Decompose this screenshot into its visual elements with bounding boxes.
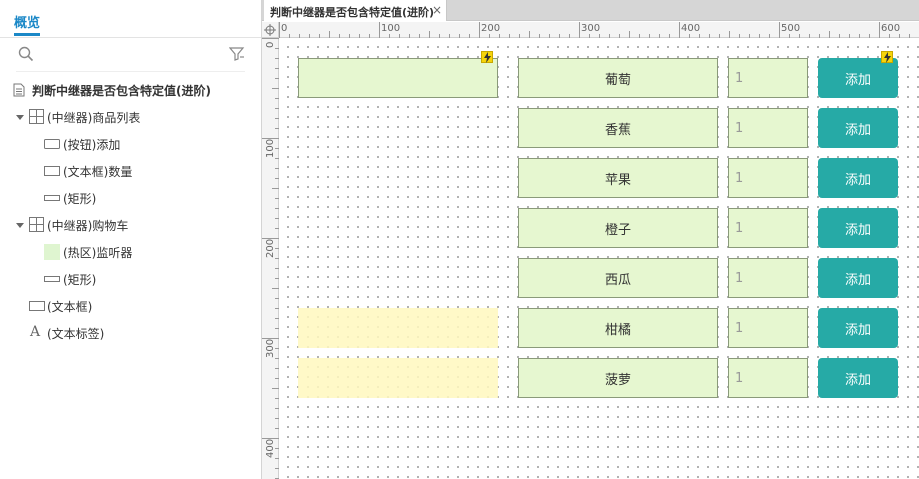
tree-item-label: (中继器)购物车 [47, 218, 129, 233]
ruler-ticks [262, 38, 279, 479]
ruler-label: 0 [281, 23, 288, 34]
hotspot-icon [44, 244, 60, 260]
textbox-icon [29, 301, 45, 311]
ruler-label: 200 [481, 23, 501, 34]
ruler-label: 100 [381, 23, 401, 34]
cart-item-rect[interactable] [298, 358, 498, 398]
product-name-rect: 香蕉 [518, 108, 718, 148]
ruler-label: 600 [881, 23, 901, 34]
lightning-icon [881, 51, 893, 63]
horizontal-ruler: 0 100 200 300 400 500 600 [279, 22, 919, 38]
chevron-down-icon[interactable] [16, 223, 24, 228]
ruler-label: 400 [681, 23, 701, 34]
button-icon [44, 139, 60, 149]
add-button[interactable]: 添加 [818, 108, 898, 148]
product-name-rect: 橙子 [518, 208, 718, 248]
quantity-field[interactable]: 1 [728, 308, 808, 348]
lightning-icon [481, 51, 493, 63]
tree-item-label: 判断中继器是否包含特定值(进阶) [32, 83, 211, 98]
tree-item-textbox-qty[interactable]: (文本框)数量 [0, 161, 261, 181]
quantity-field[interactable]: 1 [728, 158, 808, 198]
add-button[interactable]: 添加 [818, 308, 898, 348]
panel-tabbar: 概览 [0, 0, 261, 38]
add-button[interactable]: 添加 [818, 158, 898, 198]
add-button[interactable]: 添加 [818, 58, 898, 98]
tree-item-label: (文本框) [47, 299, 93, 314]
tree-item-textbox[interactable]: (文本框) [0, 296, 261, 316]
chevron-down-icon[interactable] [16, 115, 24, 120]
tree-item-label: (文本标签) [47, 326, 105, 341]
add-button[interactable]: 添加 [818, 358, 898, 398]
tree-item-label: (矩形) [63, 191, 97, 206]
quantity-field[interactable]: 1 [728, 58, 808, 98]
product-name-rect: 苹果 [518, 158, 718, 198]
tab-overview[interactable]: 概览 [14, 12, 40, 31]
page-icon [13, 83, 25, 97]
product-name-rect: 西瓜 [518, 258, 718, 298]
product-name-rect: 菠萝 [518, 358, 718, 398]
tree-item-label: (按钮)添加 [63, 137, 121, 152]
tree-item-rect-2[interactable]: (矩形) [0, 269, 261, 289]
design-canvas[interactable]: 葡萄 1 添加 香蕉 1 添加 苹果 1 添加 橙子 1 添加 西瓜 1 添加 … [279, 38, 919, 479]
tree-item-page[interactable]: 判断中继器是否包含特定值(进阶) [0, 80, 261, 100]
textbox-icon [44, 166, 60, 176]
search-icon[interactable] [18, 46, 34, 62]
text-label-icon: A [30, 324, 41, 340]
ruler-label: 200 [265, 238, 276, 258]
ruler-label: 300 [581, 23, 601, 34]
close-icon[interactable]: × [432, 3, 442, 17]
quantity-field[interactable]: 1 [728, 108, 808, 148]
tree-item-label: (中继器)商品列表 [47, 110, 141, 125]
quantity-field[interactable]: 1 [728, 258, 808, 298]
tree-item-repeater-cart[interactable]: (中继器)购物车 [0, 215, 261, 235]
tree-item-label: (热区)监听器 [63, 245, 133, 260]
ruler-corner [262, 22, 279, 38]
document-tab[interactable]: 判断中继器是否包含特定值(进阶) × [264, 0, 447, 21]
tree-item-label: (矩形) [63, 272, 97, 287]
crosshair-icon[interactable] [262, 22, 279, 38]
ruler-label: 400 [265, 438, 276, 458]
cart-item-rect[interactable] [298, 308, 498, 348]
ruler-label: 300 [265, 338, 276, 358]
tree-item-button-add[interactable]: (按钮)添加 [0, 134, 261, 154]
quantity-field[interactable]: 1 [728, 358, 808, 398]
repeater-icon [29, 109, 44, 124]
tree-item-repeater-products[interactable]: (中继器)商品列表 [0, 107, 261, 127]
document-tabbar: 判断中继器是否包含特定值(进阶) × [262, 0, 919, 21]
tab-underline [14, 33, 40, 36]
add-button[interactable]: 添加 [818, 208, 898, 248]
rectangle-icon [44, 195, 60, 201]
tree-item-rect-1[interactable]: (矩形) [0, 188, 261, 208]
search-row [16, 38, 245, 72]
outline-panel: 概览 判断中继器是否包含特定值(进阶) (中继器)商品列表 (按钮)添加 (文本… [0, 0, 262, 479]
filter-icon[interactable] [229, 46, 245, 62]
product-name-rect: 葡萄 [518, 58, 718, 98]
cart-repeater-hotspot[interactable] [298, 58, 498, 98]
ruler-label: 0 [265, 41, 276, 48]
document-tab-title: 判断中继器是否包含特定值(进阶) [270, 6, 435, 19]
tree-item-label-widget[interactable]: A (文本标签) [0, 323, 261, 343]
vertical-ruler: 0 100 200 300 400 [262, 38, 279, 479]
ruler-label: 500 [781, 23, 801, 34]
ruler-label: 100 [265, 138, 276, 158]
rectangle-icon [44, 276, 60, 282]
repeater-icon [29, 217, 44, 232]
product-name-rect: 柑橘 [518, 308, 718, 348]
quantity-field[interactable]: 1 [728, 208, 808, 248]
add-button[interactable]: 添加 [818, 258, 898, 298]
tree-item-label: (文本框)数量 [63, 164, 133, 179]
tree-item-hotspot[interactable]: (热区)监听器 [0, 242, 261, 262]
